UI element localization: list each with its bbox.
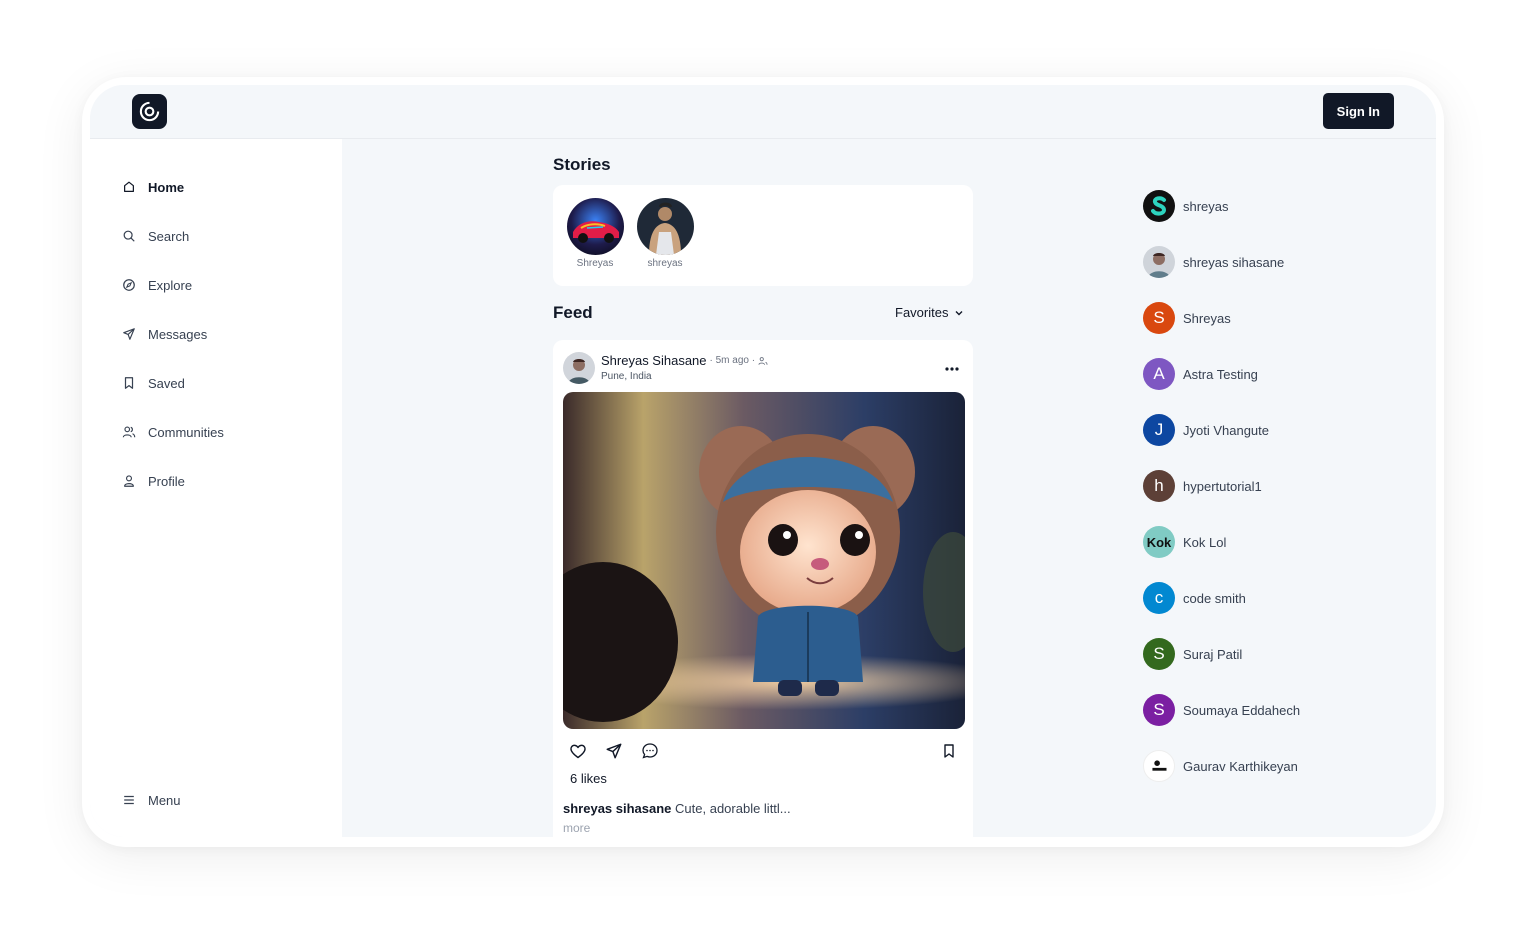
logo-icon: [139, 101, 160, 122]
post-author-name[interactable]: Shreyas Sihasane: [601, 353, 707, 368]
avatar: J: [1143, 414, 1175, 446]
user-name: shreyas sihasane: [1183, 254, 1285, 270]
sidebar-menu-label: Menu: [148, 792, 181, 808]
sidebar-item-saved[interactable]: Saved: [122, 373, 185, 393]
sidebar-item-messages[interactable]: Messages: [122, 324, 207, 344]
post-author-row: Shreyas Sihasane · 5m ago ·: [601, 353, 768, 368]
sidebar-item-search[interactable]: Search: [122, 226, 189, 246]
avatar: [1143, 750, 1175, 782]
post-save-button[interactable]: [941, 742, 957, 765]
send-icon: [123, 328, 135, 340]
sidebar-item-home[interactable]: Home: [122, 177, 184, 197]
post-options-button[interactable]: [945, 358, 959, 376]
avatar: A: [1143, 358, 1175, 390]
sidebar-item-profile[interactable]: Profile: [122, 471, 185, 491]
story-name: Shreyas: [576, 258, 614, 269]
sidebar-menu-button[interactable]: Menu: [122, 790, 181, 810]
avatar: S: [1143, 638, 1175, 670]
suggested-user[interactable]: shreyas: [1143, 190, 1229, 222]
sidebar-item-label: Messages: [148, 326, 208, 342]
sidebar-item-label: Saved: [148, 375, 185, 391]
user-name: Gaurav Karthikeyan: [1183, 758, 1298, 774]
suggested-user[interactable]: S Shreyas: [1143, 302, 1231, 334]
sign-in-button[interactable]: Sign In: [1322, 93, 1394, 129]
user-name: code smith: [1183, 590, 1246, 606]
chevron-down-icon: [955, 310, 963, 315]
bookmark-icon: [944, 744, 954, 758]
sidebar-item-label: Communities: [148, 424, 224, 440]
user-name: Astra Testing: [1183, 366, 1258, 382]
post-author-avatar[interactable]: [563, 352, 595, 384]
post-card: Shreyas Sihasane · 5m ago · Pune, India: [553, 340, 973, 837]
avatar: [1143, 246, 1175, 278]
sidebar-item-label: Explore: [148, 277, 193, 293]
bookmark-icon: [124, 377, 134, 389]
post-image[interactable]: [563, 392, 965, 729]
post-time: · 5m ago ·: [709, 355, 756, 366]
story-item[interactable]: shreyas: [635, 198, 695, 269]
more-horizontal-icon: [945, 367, 959, 371]
suggested-user[interactable]: Kok Kok Lol: [1143, 526, 1226, 558]
send-icon[interactable]: [605, 742, 623, 760]
post-location: Pune, India: [601, 371, 652, 382]
post-actions: [569, 742, 659, 760]
app-window: Sign In Home Search Explore Messages Sav…: [90, 85, 1436, 837]
user-name: Shreyas: [1183, 310, 1231, 326]
suggested-user[interactable]: A Astra Testing: [1143, 358, 1258, 390]
user-name: hypertutorial1: [1183, 478, 1262, 494]
story-item[interactable]: Shreyas: [565, 198, 625, 269]
user-name: Soumaya Eddahech: [1183, 702, 1301, 718]
story-name: shreyas: [647, 258, 683, 269]
story-avatar: [636, 198, 694, 255]
avatar: [1143, 190, 1175, 222]
feed-filter-dropdown[interactable]: Favorites: [895, 305, 964, 320]
sidebar-item-label: Search: [148, 228, 190, 244]
suggested-user[interactable]: h hypertutorial1: [1143, 470, 1262, 502]
story-avatar: [566, 198, 624, 255]
sidebar-item-explore[interactable]: Explore: [122, 275, 192, 295]
caption-username[interactable]: shreyas sihasane: [563, 801, 671, 816]
top-bar: Sign In: [90, 85, 1436, 139]
suggested-user[interactable]: shreyas sihasane: [1143, 246, 1284, 278]
caption-text: Cute, adorable littl...: [675, 801, 791, 816]
home-icon: [124, 181, 134, 192]
user-name: Kok Lol: [1183, 534, 1227, 550]
feed-filter-label: Favorites: [895, 305, 949, 320]
user-name: Jyoti Vhangute: [1183, 422, 1270, 438]
compass-icon: [123, 279, 135, 291]
hamburger-icon: [124, 795, 134, 805]
app-logo[interactable]: [132, 94, 167, 129]
suggested-user[interactable]: J Jyoti Vhangute: [1143, 414, 1269, 446]
user-name: shreyas: [1183, 198, 1229, 214]
heart-icon[interactable]: [569, 742, 587, 760]
suggested-user[interactable]: S Suraj Patil: [1143, 638, 1242, 670]
avatar: S: [1143, 694, 1175, 726]
users-icon: [758, 356, 768, 365]
suggested-user[interactable]: c code smith: [1143, 582, 1246, 614]
stories-title: Stories: [553, 155, 611, 174]
avatar: S: [1143, 302, 1175, 334]
sidebar: Home Search Explore Messages Saved Commu…: [90, 139, 342, 837]
caption-more-link[interactable]: more: [563, 821, 590, 835]
comment-icon[interactable]: [641, 742, 659, 760]
stories-card: Shreyas shreyas: [553, 185, 973, 286]
post-likes[interactable]: 6 likes: [570, 771, 607, 786]
suggested-user[interactable]: S Soumaya Eddahech: [1143, 694, 1300, 726]
sidebar-item-communities[interactable]: Communities: [122, 422, 224, 442]
avatar: h: [1143, 470, 1175, 502]
feed-title: Feed: [553, 303, 593, 322]
suggested-user[interactable]: Gaurav Karthikeyan: [1143, 750, 1298, 782]
user-name: Suraj Patil: [1183, 646, 1243, 662]
sidebar-item-label: Profile: [148, 473, 185, 489]
users-icon: [122, 426, 136, 438]
search-icon: [123, 230, 135, 242]
avatar: Kok: [1143, 526, 1175, 558]
sidebar-item-label: Home: [148, 179, 185, 195]
avatar: c: [1143, 582, 1175, 614]
post-caption: shreyas sihasane Cute, adorable littl...: [563, 801, 791, 816]
user-icon: [124, 475, 134, 487]
